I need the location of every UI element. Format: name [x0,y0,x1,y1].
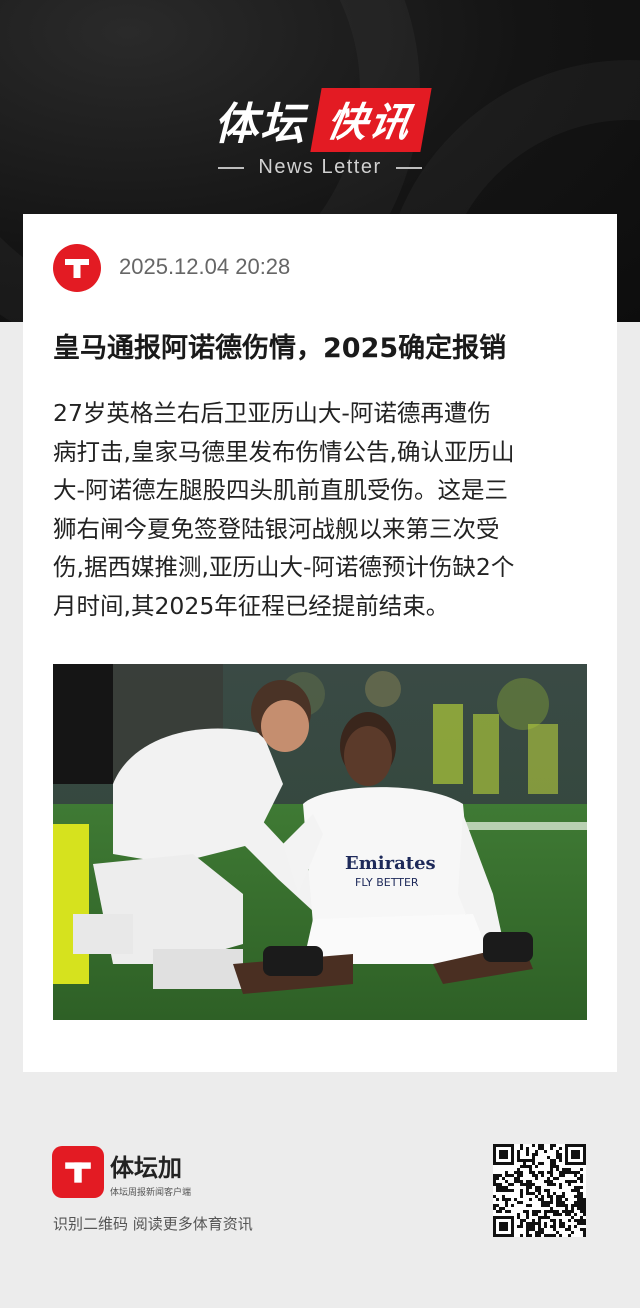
qr-tagline: 识别二维码 阅读更多体育资讯 [53,1215,253,1233]
body-line: 大-阿诺德左腿股四头肌前直肌受伤。这是三 [53,476,508,505]
body-line: 狮右闸今夏免签登陆银河战舰以来第三次受 [53,514,500,543]
app-logo-icon [52,1146,104,1198]
jersey-sponsor: Emirates [345,853,436,874]
article-photo[interactable]: Emirates FLY BETTER [53,664,587,1020]
divider-line [395,166,422,169]
news-card: 2025.12.04 20:28 皇马通报阿诺德伤情，2025确定报销 27岁英… [23,214,617,1072]
brand-flash-badge: 快讯 [310,88,432,152]
qr-code-graphic [493,1144,586,1237]
app-name: 体坛加 [110,1154,182,1182]
qr-code-icon[interactable] [493,1144,586,1237]
jersey-slogan: FLY BETTER [355,876,419,889]
body-line: 月时间,其2025年征程已经提前结束。 [53,591,450,620]
football-photo-illustration: Emirates FLY BETTER [53,664,587,1020]
brand-logo: 体坛 快讯 [0,88,640,152]
newsletter-label: News Letter [0,156,640,179]
body-line: 伤,据西媒推测,亚历山大-阿诺德预计伤缺2个 [53,553,515,582]
t-logo-icon [53,244,101,292]
body-line: 27岁英格兰右后卫亚历山大-阿诺德再遭伤 [53,399,491,427]
article-headline: 皇马通报阿诺德伤情，2025确定报销 [53,333,507,364]
article-body: 27岁英格兰右后卫亚历山大-阿诺德再遭伤 病打击,皇家马德里发布伤情公告,确认亚… [53,394,591,626]
post-timestamp: 2025.12.04 20:28 [119,254,291,279]
body-line: 病打击,皇家马德里发布伤情公告,确认亚历山 [53,437,515,466]
divider-line [218,166,245,169]
newsletter-text: News Letter [258,156,382,178]
app-subtitle: 体坛周报新闻客户端 [110,1188,192,1198]
brand-name: 体坛 [214,99,306,150]
